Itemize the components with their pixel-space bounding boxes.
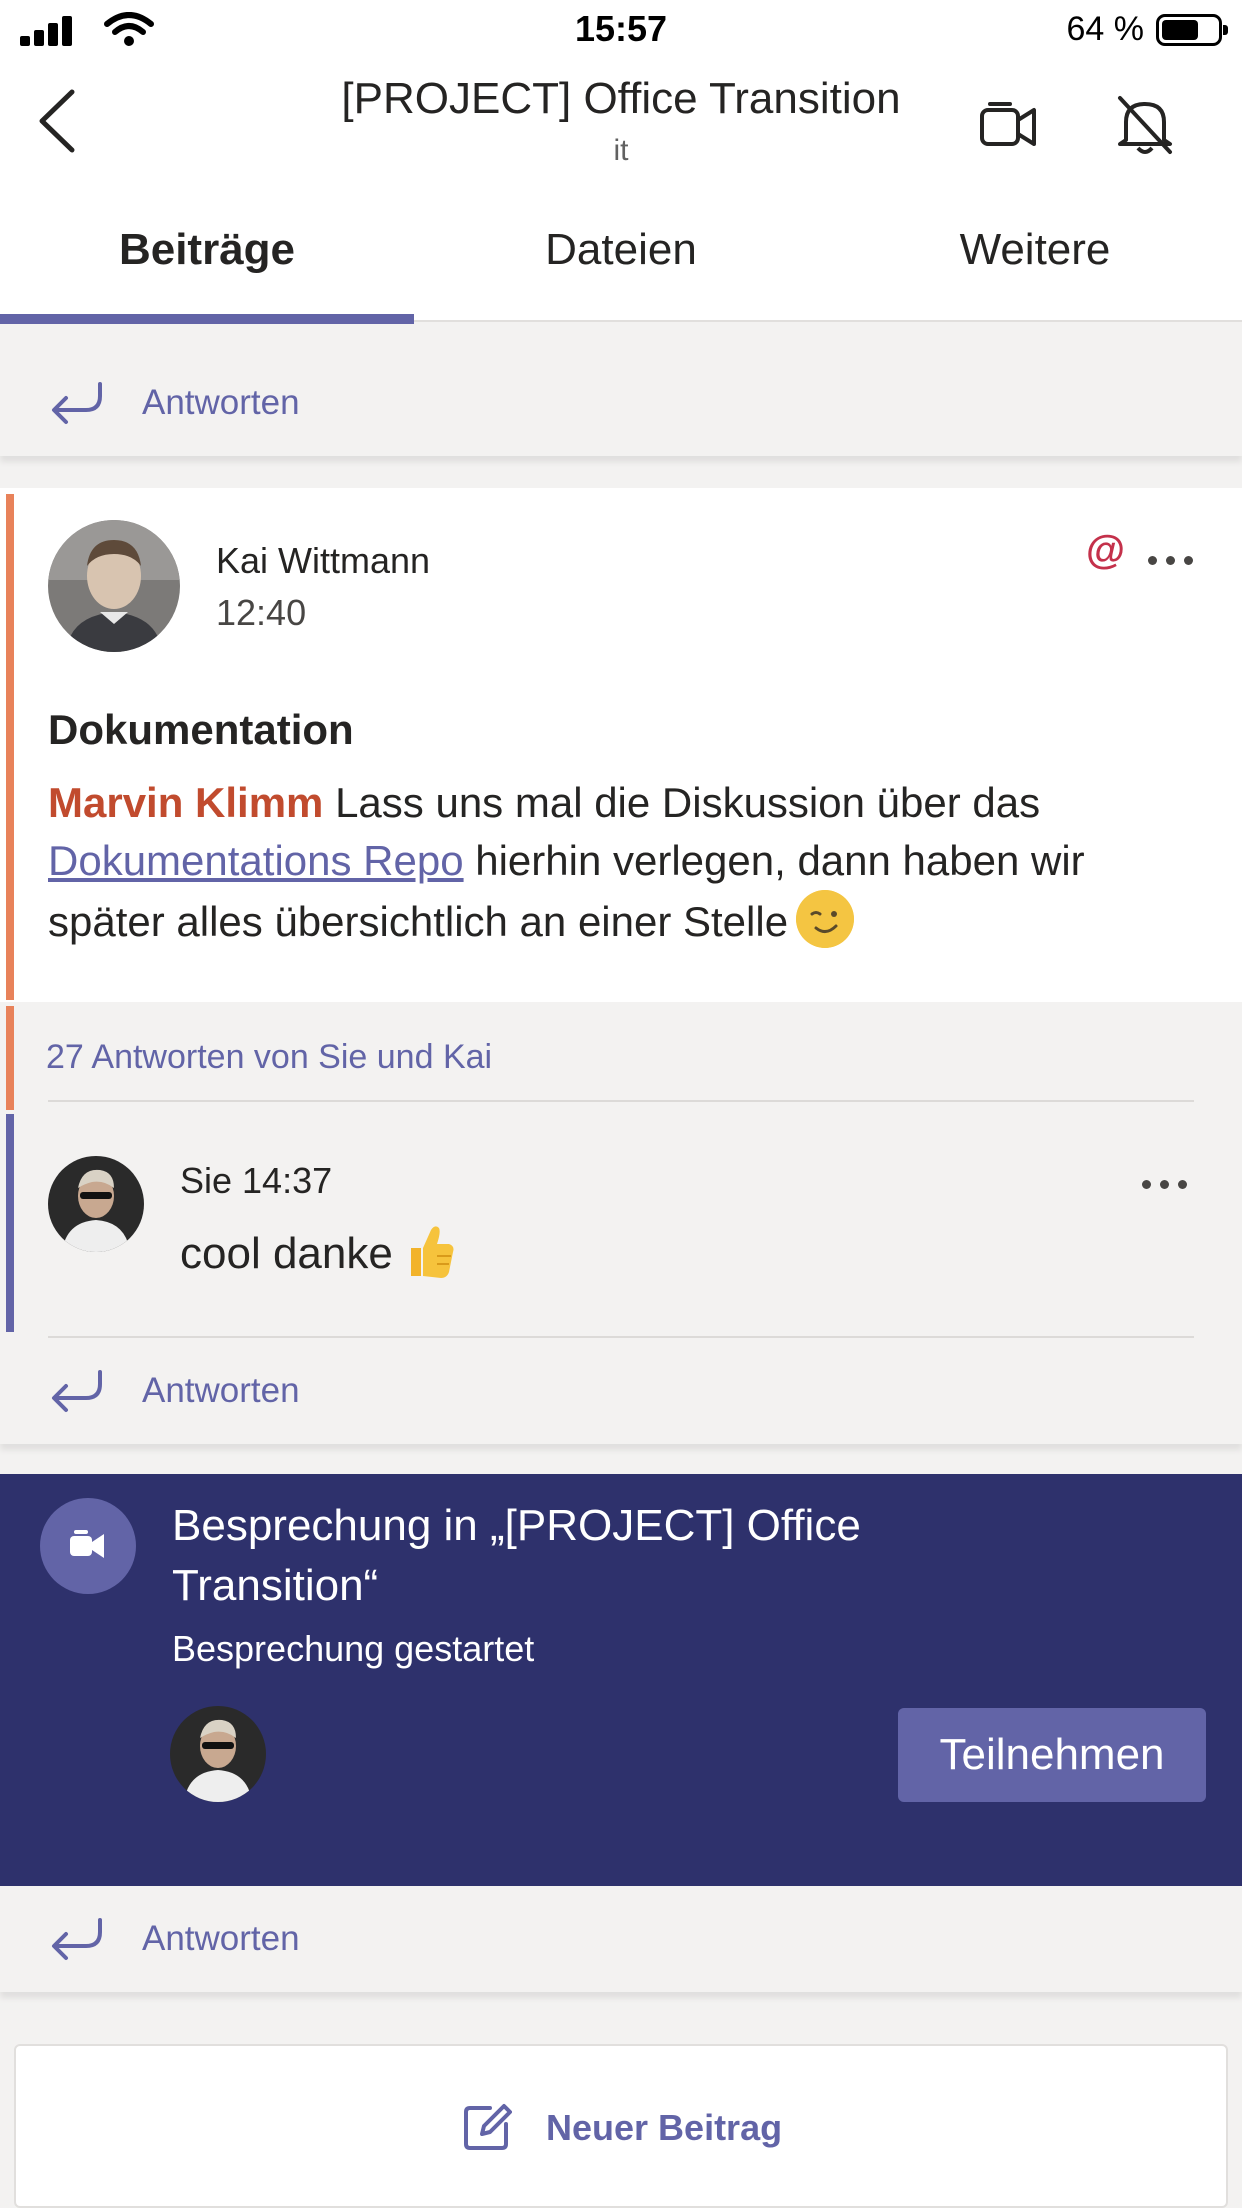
post-body: Marvin Klimm Lass uns mal die Diskussion…: [48, 774, 1198, 951]
battery-percentage: 64 %: [1066, 10, 1145, 48]
video-camera-icon: [70, 1530, 104, 1558]
reply-button[interactable]: Antworten: [0, 1886, 1242, 1992]
thumbs-up-emoji-icon: [410, 1226, 454, 1278]
team-name: it: [613, 134, 629, 167]
reply-accent-bar: [6, 1114, 14, 1332]
status-time: 15:57: [574, 8, 668, 49]
reply-label: Antworten: [142, 1919, 300, 1958]
repo-link[interactable]: Dokumentations Repo: [48, 837, 464, 884]
reply-arrow-icon: [52, 1370, 102, 1412]
reply-label: Antworten: [142, 383, 300, 422]
mention-icon: @: [1086, 528, 1126, 572]
user-mention[interactable]: Marvin Klimm: [48, 779, 323, 826]
winking-face-emoji-icon: [796, 890, 855, 948]
post-card: Kai Wittmann 12:40 @ Dokumentation Marvi…: [0, 488, 1242, 1002]
reply-author-time: Sie 14:37: [180, 1160, 333, 1201]
post-accent-bar: [6, 494, 14, 1000]
post-author[interactable]: Kai Wittmann: [216, 540, 430, 582]
status-bar: 15:57 64 %: [0, 0, 1242, 62]
avatar[interactable]: [170, 1706, 266, 1802]
join-meeting-button[interactable]: Teilnehmen: [898, 1708, 1206, 1802]
meeting-card: Besprechung in „[PROJECT] Office Transit…: [0, 1474, 1242, 1886]
compose-icon: [464, 2104, 512, 2150]
post-timestamp: 12:40: [216, 592, 307, 633]
thread-accent-bar: [6, 1006, 14, 1110]
avatar[interactable]: [48, 1156, 144, 1252]
battery-icon: [1156, 14, 1228, 46]
reply-button[interactable]: Antworten: [0, 1338, 1242, 1444]
reply-arrow-icon: [52, 1918, 102, 1960]
more-options-icon[interactable]: [1142, 1178, 1188, 1192]
divider: [48, 1100, 1194, 1102]
meeting-icon-badge: [40, 1498, 136, 1594]
reply-message: cool danke: [180, 1222, 455, 1280]
new-post-label: Neuer Beitrag: [546, 2107, 783, 2148]
meeting-status: Besprechung gestartet: [172, 1628, 535, 1669]
reply-label: Antworten: [142, 1371, 300, 1410]
video-call-icon[interactable]: [976, 94, 1040, 158]
meeting-title: Besprechung in „[PROJECT] Office Transit…: [172, 1501, 861, 1610]
channel-title: [PROJECT] Office Transition: [341, 74, 901, 123]
post-subject: Dokumentation: [48, 706, 354, 753]
new-post-button[interactable]: Neuer Beitrag: [14, 2044, 1228, 2208]
tab-files[interactable]: Dateien: [414, 180, 828, 322]
channel-header: [PROJECT] Office Transition it: [0, 62, 1242, 180]
more-options-icon[interactable]: [1148, 554, 1194, 568]
reply-arrow-icon: [52, 382, 102, 424]
tab-more[interactable]: Weitere: [828, 180, 1242, 322]
tab-posts[interactable]: Beiträge: [0, 180, 414, 324]
channel-tabs: Beiträge Dateien Weitere: [0, 180, 1242, 324]
post-text: Lass uns mal die Diskussion über das: [323, 779, 1041, 826]
replies-summary-link[interactable]: 27 Antworten von Sie und Kai: [46, 1038, 492, 1077]
reply-message-text: cool danke: [180, 1229, 393, 1278]
reply-button[interactable]: Antworten: [0, 350, 1242, 456]
notifications-off-icon[interactable]: [1112, 92, 1178, 158]
avatar[interactable]: [48, 520, 180, 652]
